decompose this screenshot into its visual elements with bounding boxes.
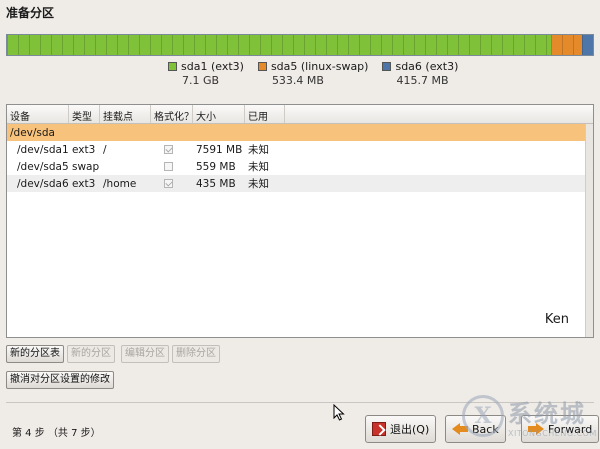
legend-label: sda1 (ext3) <box>181 60 244 73</box>
edit-partition-button[interactable]: 编辑分区 <box>121 345 169 363</box>
format-checkbox[interactable] <box>164 145 173 154</box>
mount-cell: / <box>103 143 107 156</box>
size-cell: 7591 MB <box>196 143 243 156</box>
device-cell: /dev/sda1 <box>17 143 69 156</box>
forward-label: Forward <box>548 422 593 436</box>
arrow-right-icon <box>528 423 544 435</box>
device-cell: /dev/sda5 <box>17 160 69 173</box>
back-label: Back <box>472 422 499 436</box>
table-row[interactable]: /dev/sda6 ext3 /home 435 MB 未知 <box>7 175 593 192</box>
swatch-sda6 <box>382 62 392 71</box>
format-cell <box>151 178 193 190</box>
format-checkbox[interactable] <box>164 179 173 188</box>
partition-legend: sda1 (ext3) 7.1 GB sda5 (linux-swap) 533… <box>168 60 458 87</box>
column-header-format[interactable]: 格式化？ <box>151 105 193 123</box>
format-checkbox[interactable] <box>164 162 173 171</box>
type-cell: ext3 <box>72 177 96 190</box>
size-cell: 559 MB <box>196 160 236 173</box>
size-cell: 435 MB <box>196 177 236 190</box>
format-cell <box>151 161 193 173</box>
disk-segment-sda5[interactable] <box>550 35 582 55</box>
mouse-cursor-icon <box>333 404 345 421</box>
table-row-disk[interactable]: /dev/sda <box>7 124 593 141</box>
disk-usage-bar <box>6 34 594 56</box>
column-header-device[interactable]: 设备 <box>7 105 69 123</box>
disk-segment-sda1[interactable] <box>7 35 551 55</box>
forward-button[interactable]: Forward <box>521 415 600 443</box>
step-indicator: 第 4 步 （共 7 步） <box>12 428 101 439</box>
new-partition-table-button[interactable]: 新的分区表 <box>6 345 64 363</box>
type-cell: ext3 <box>72 143 96 156</box>
footer-divider <box>6 402 594 403</box>
disk-segment-sda6[interactable] <box>581 35 593 55</box>
window-title: 准备分区 <box>6 6 55 20</box>
swatch-sda5 <box>257 62 267 71</box>
signature-text: Ken <box>544 312 569 327</box>
swatch-sda1 <box>168 62 177 71</box>
column-header-size[interactable]: 大小 <box>193 105 245 123</box>
device-cell: /dev/sda6 <box>17 177 69 190</box>
mount-cell: /home <box>103 177 137 190</box>
legend-item-sda5: sda5 (linux-swap) 533.4 MB <box>257 60 369 87</box>
legend-size: 533.4 MB <box>271 74 324 87</box>
used-cell: 未知 <box>248 178 269 190</box>
quit-label: 退出(Q) <box>390 423 430 436</box>
vertical-scrollbar[interactable] <box>585 124 593 337</box>
legend-item-sda6: sda6 (ext3) 415.7 MB <box>382 60 458 87</box>
table-row[interactable]: /dev/sda1 ext3 / 7591 MB 未知 <box>7 141 593 158</box>
used-cell: 未知 <box>248 144 269 156</box>
new-partition-button[interactable]: 新的分区 <box>67 345 115 363</box>
format-cell <box>151 144 193 156</box>
exit-icon <box>372 422 386 436</box>
partition-table[interactable]: 设备 类型 挂载点 格式化？ 大小 已用 /dev/sda /dev/sda1 … <box>6 104 594 338</box>
column-header-mount[interactable]: 挂载点 <box>100 105 151 123</box>
used-cell: 未知 <box>248 161 269 173</box>
legend-size: 415.7 MB <box>396 74 449 87</box>
legend-item-sda1: sda1 (ext3) 7.1 GB <box>168 60 244 87</box>
type-cell: swap <box>72 160 100 173</box>
legend-label: sda6 (ext3) <box>395 60 459 73</box>
back-button[interactable]: Back <box>445 415 506 443</box>
table-header: 设备 类型 挂载点 格式化？ 大小 已用 <box>7 105 593 124</box>
delete-partition-button[interactable]: 删除分区 <box>172 345 220 363</box>
legend-label: sda5 (linux-swap) <box>270 60 369 73</box>
column-header-used[interactable]: 已用 <box>245 105 285 123</box>
undo-changes-button[interactable]: 撤消对分区设置的修改 <box>6 371 114 389</box>
quit-button[interactable]: 退出(Q) <box>365 415 437 443</box>
table-row[interactable]: /dev/sda5 swap 559 MB 未知 <box>7 158 593 175</box>
column-header-type[interactable]: 类型 <box>69 105 100 123</box>
arrow-left-icon <box>452 423 468 435</box>
legend-size: 7.1 GB <box>182 74 220 87</box>
disk-device-cell: /dev/sda <box>10 126 55 139</box>
